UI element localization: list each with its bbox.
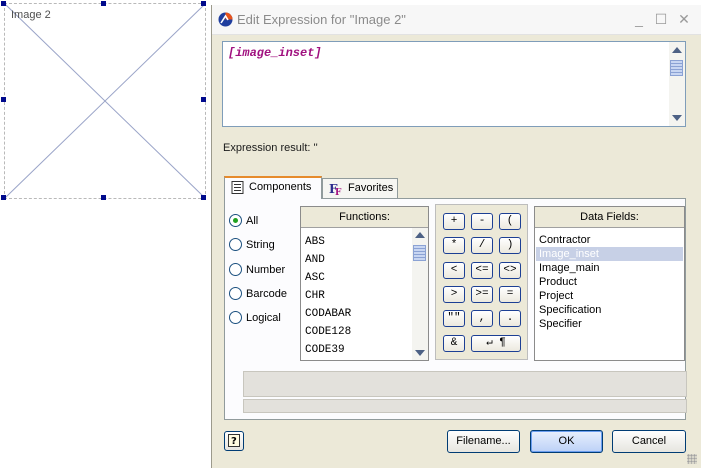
op-multiply-button[interactable]: * (443, 237, 465, 254)
cancel-button[interactable]: Cancel (612, 430, 686, 453)
function-item[interactable]: AND (305, 254, 325, 266)
expression-result: Expression result: '' (223, 142, 318, 154)
op-rparen-button[interactable]: ) (499, 237, 521, 254)
help-button[interactable]: ? (224, 431, 244, 451)
filter-barcode-label: Barcode (246, 288, 287, 300)
op-period-button[interactable]: . (499, 310, 521, 327)
resize-handle-n[interactable] (101, 1, 106, 6)
resize-handle-nw[interactable] (1, 1, 6, 6)
data-fields-header: Data Fields: (535, 207, 684, 228)
filter-all-radio[interactable]: All (229, 213, 259, 228)
filter-string-label: String (246, 239, 275, 251)
svg-text:?: ? (231, 436, 237, 447)
op-lte-button[interactable]: <= (471, 262, 493, 279)
radio-icon (229, 286, 242, 300)
op-neq-button[interactable]: <> (499, 262, 521, 279)
functions-header: Functions: (301, 207, 428, 228)
expression-editor[interactable]: [image_inset] (222, 41, 686, 127)
resize-handle-se[interactable] (201, 195, 206, 200)
op-divide-button[interactable]: / (471, 237, 493, 254)
function-item[interactable]: ASC (305, 272, 325, 284)
functions-list[interactable]: ABS AND ASC CHR CODABAR CODE128 CODE39 (301, 228, 412, 360)
op-newline-button[interactable]: ↵ ¶ (471, 335, 521, 352)
data-fields-list[interactable]: Contractor Image_inset Image_main Produc… (536, 231, 683, 359)
functions-frame: Functions: ABS AND ASC CHR CODABAR CODE1… (300, 206, 429, 361)
function-item[interactable]: CODE128 (305, 326, 351, 338)
function-description-area (243, 371, 687, 397)
filter-string-radio[interactable]: String (229, 237, 275, 252)
filter-all-label: All (246, 215, 259, 227)
help-icon: ? (228, 434, 240, 447)
radio-icon (229, 310, 242, 324)
filter-barcode-radio[interactable]: Barcode (229, 286, 287, 301)
resize-grip-icon[interactable] (687, 454, 697, 464)
tab-components-label: Components (249, 181, 312, 193)
ok-button[interactable]: OK (530, 430, 603, 453)
op-comma-button[interactable]: , (471, 310, 493, 327)
resize-handle-s[interactable] (101, 195, 106, 200)
op-lparen-button[interactable]: ( (499, 213, 521, 230)
data-field-item-selected[interactable]: Image_inset (536, 247, 683, 261)
function-item[interactable]: ABS (305, 236, 325, 248)
op-eq-button[interactable]: = (499, 286, 521, 303)
op-gt-button[interactable]: > (443, 286, 465, 303)
filter-logical-radio[interactable]: Logical (229, 310, 281, 325)
scroll-up-arrow-icon[interactable] (672, 47, 682, 53)
edit-expression-dialog: Edit Expression for "Image 2" _ ☐ ✕ [ima… (211, 5, 701, 468)
data-field-item[interactable]: Contractor (536, 233, 683, 247)
op-quotes-button[interactable]: "" (443, 310, 465, 327)
function-item[interactable]: CHR (305, 290, 325, 302)
maximize-button[interactable]: ☐ (653, 11, 669, 27)
data-field-item[interactable]: Specification (536, 303, 683, 317)
data-fields-frame: Data Fields: Contractor Image_inset Imag… (534, 206, 685, 361)
resize-handle-sw[interactable] (1, 195, 6, 200)
function-item[interactable]: CODE39 (305, 344, 345, 356)
app-logo-icon (218, 12, 233, 27)
tab-favorites-label: Favorites (348, 182, 394, 194)
filter-logical-label: Logical (246, 312, 281, 324)
data-field-item[interactable]: Product (536, 275, 683, 289)
op-lt-button[interactable]: < (443, 262, 465, 279)
operator-keypad: + - ( * / ) < <= <> > >= = "" , . & ↵ ¶ (435, 204, 528, 360)
filter-number-radio[interactable]: Number (229, 262, 286, 277)
radio-icon (229, 237, 242, 251)
op-plus-button[interactable]: + (443, 213, 465, 230)
radio-selected-icon (229, 213, 242, 227)
image-placeholder[interactable]: Image 2 (4, 3, 206, 199)
image-placeholder-label: Image 2 (11, 9, 51, 21)
resize-handle-e[interactable] (201, 97, 206, 102)
data-field-item[interactable]: Specifier (536, 317, 683, 331)
resize-handle-w[interactable] (1, 97, 6, 102)
tab-favorites[interactable]: F F Favorites (322, 178, 398, 199)
expression-scrollbar[interactable] (669, 42, 685, 126)
filename-button[interactable]: Filename... (447, 430, 520, 453)
scroll-thumb[interactable] (670, 60, 683, 76)
radio-icon (229, 262, 242, 276)
scroll-thumb[interactable] (413, 245, 426, 261)
dialog-title: Edit Expression for "Image 2" (237, 12, 406, 27)
scroll-up-arrow-icon[interactable] (415, 232, 425, 238)
close-button[interactable]: ✕ (676, 11, 692, 27)
scroll-down-arrow-icon[interactable] (415, 350, 425, 356)
functions-scrollbar[interactable] (412, 228, 428, 360)
components-icon (231, 180, 244, 194)
resize-handle-ne[interactable] (201, 1, 206, 6)
op-gte-button[interactable]: >= (471, 286, 493, 303)
op-minus-button[interactable]: - (471, 213, 493, 230)
data-field-item[interactable]: Project (536, 289, 683, 303)
tab-components[interactable]: Components (224, 176, 322, 199)
op-ampersand-button[interactable]: & (443, 335, 465, 352)
function-item[interactable]: CODABAR (305, 308, 351, 320)
svg-text:F: F (335, 188, 342, 195)
data-field-item[interactable]: Image_main (536, 261, 683, 275)
favorites-icon: F F (329, 182, 342, 195)
expression-text[interactable]: [image_inset] (228, 46, 322, 60)
scroll-down-arrow-icon[interactable] (672, 115, 682, 121)
image-placeholder-cross (5, 4, 205, 198)
minimize-button[interactable]: _ (631, 11, 647, 27)
filter-number-label: Number (246, 264, 286, 276)
title-bar[interactable]: Edit Expression for "Image 2" _ ☐ ✕ (212, 5, 701, 35)
status-line (243, 399, 687, 413)
